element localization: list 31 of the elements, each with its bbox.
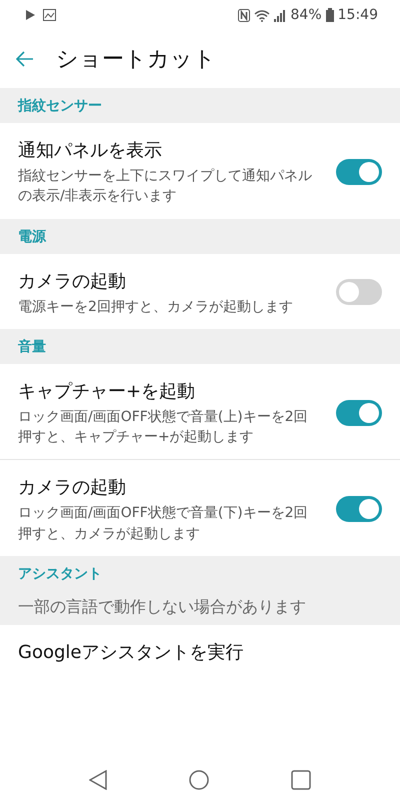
clock: 15:49 [338,6,378,24]
section-title: 指紋センサー [18,97,103,116]
recents-nav-icon[interactable] [291,770,311,790]
section-title: 音量 [18,338,47,357]
home-nav-icon[interactable] [189,770,209,790]
setting-title: カメラの起動 [18,270,127,294]
nfc-icon [238,8,250,22]
setting-title: カメラの起動 [18,476,127,500]
setting-description: ロック画面/画面OFF状態で音量(上)キーを2回押すと、キャプチャー+が起動します [18,408,309,448]
section-note: 一部の言語で動作しない場合があります [18,596,307,618]
image-icon [43,9,56,21]
battery-icon [326,8,334,22]
toggle-switch[interactable] [336,279,382,306]
toggle-switch[interactable] [336,400,382,426]
setting-description: ロック画面/画面OFF状態で音量(下)キーを2回押すと、カメラが起動します [18,504,309,544]
signal-icon [274,8,287,22]
toggle-switch[interactable] [336,496,382,522]
toggle-switch[interactable] [336,158,382,185]
setting-title: Googleアシスタントを実行 [18,641,244,666]
setting-description: 電源キーを2回押すと、カメラが起動します [18,298,294,317]
back-arrow-icon[interactable] [16,51,34,67]
battery-percent: 84% [290,6,322,24]
back-nav-icon[interactable] [89,770,107,790]
wifi-icon [254,8,270,22]
screen-title: ショートカット [56,46,216,74]
section-title: 電源 [18,228,48,247]
setting-title: キャプチャー+を起動 [18,380,196,404]
setting-description: 指紋センサーを上下にスワイプして通知パネルの表示/非表示を行います [18,167,313,206]
setting-title: 通知パネルを表示 [18,139,163,163]
play-icon [26,10,35,20]
section-title: アシスタント [18,565,103,584]
